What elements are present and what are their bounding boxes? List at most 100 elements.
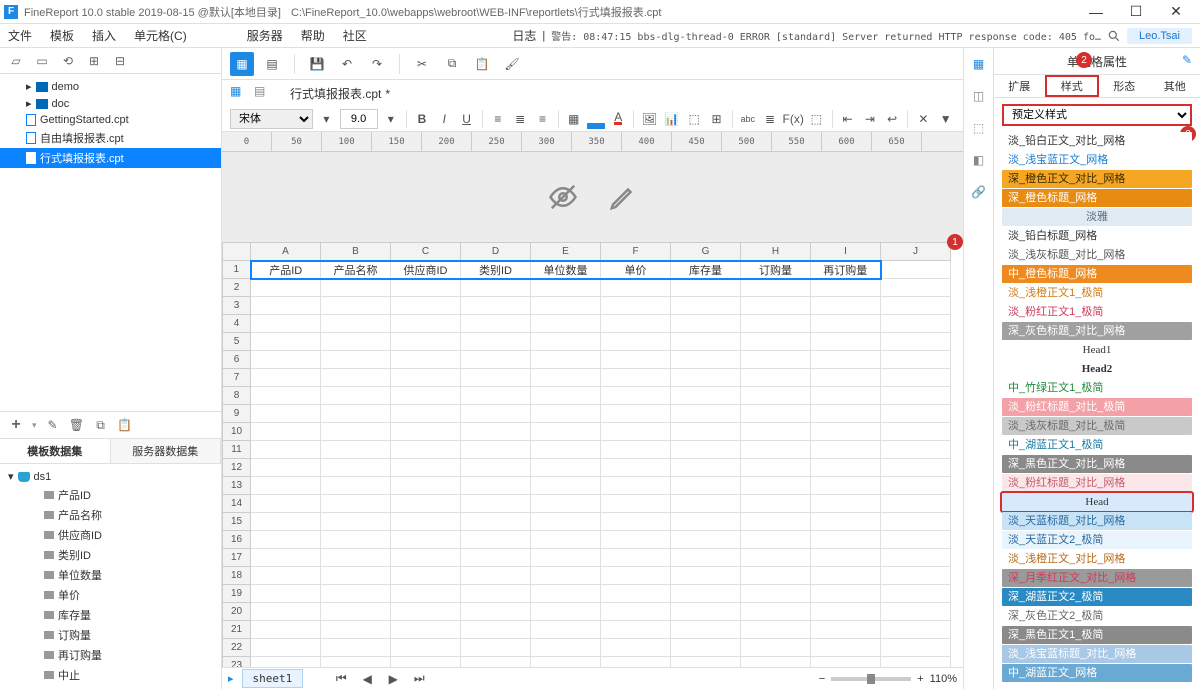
search-icon[interactable] — [1107, 29, 1121, 43]
cell[interactable] — [461, 639, 531, 657]
style-preset-item[interactable]: 淡_粉红正文1_极简 — [1002, 303, 1192, 321]
cell[interactable] — [321, 585, 391, 603]
cell[interactable] — [251, 585, 321, 603]
copy-dataset-icon[interactable]: ⧉ — [93, 417, 109, 433]
cell[interactable] — [881, 459, 951, 477]
cell[interactable] — [601, 369, 671, 387]
cell[interactable] — [321, 369, 391, 387]
design-canvas[interactable]: 1 — [222, 152, 963, 242]
cell[interactable] — [391, 549, 461, 567]
sheet-nav-first-icon[interactable]: ⏮ — [331, 669, 351, 689]
cell[interactable] — [391, 441, 461, 459]
dataset-column[interactable]: 产品名称 — [0, 505, 221, 525]
cell[interactable] — [671, 495, 741, 513]
format-painter-button[interactable]: 🖌 — [500, 52, 524, 76]
indent-dec-button[interactable]: ⇤ — [838, 109, 856, 129]
cell[interactable] — [391, 423, 461, 441]
spreadsheet-grid[interactable]: ABCDEFGHIJ1产品ID产品名称供应商ID类别ID单位数量单价库存量订购量… — [222, 242, 963, 689]
cell[interactable] — [881, 405, 951, 423]
cell[interactable] — [321, 423, 391, 441]
cell[interactable] — [881, 567, 951, 585]
cell[interactable] — [531, 315, 601, 333]
cell[interactable] — [251, 297, 321, 315]
cell[interactable] — [391, 351, 461, 369]
cut-button[interactable]: ✂ — [410, 52, 434, 76]
view-grid-icon[interactable]: ▦ — [230, 84, 248, 102]
cell[interactable] — [811, 441, 881, 459]
rp-tab-其他[interactable]: 其他 — [1150, 75, 1200, 97]
vertical-align-button[interactable]: ≣ — [761, 109, 779, 129]
cell[interactable] — [251, 477, 321, 495]
cell[interactable] — [251, 351, 321, 369]
cell[interactable] — [811, 495, 881, 513]
condition-button[interactable]: ⬚ — [807, 109, 825, 129]
dataset-column[interactable]: 单价 — [0, 585, 221, 605]
cell[interactable] — [741, 531, 811, 549]
cell[interactable] — [531, 477, 601, 495]
cell[interactable] — [531, 585, 601, 603]
tree-item[interactable]: ▸doc — [0, 95, 221, 112]
cell[interactable] — [601, 477, 671, 495]
cell[interactable] — [601, 531, 671, 549]
cell[interactable] — [531, 603, 601, 621]
style-preset-item[interactable]: 深_橙色标题_网格 — [1002, 189, 1192, 207]
cell[interactable] — [741, 369, 811, 387]
style-preset-item[interactable]: 中_竹绿正文1_极简 — [1002, 379, 1192, 397]
tree-item[interactable]: GettingStarted.cpt — [0, 112, 221, 128]
cell[interactable] — [321, 441, 391, 459]
cell[interactable] — [391, 603, 461, 621]
cell[interactable] — [671, 333, 741, 351]
menu-插入[interactable]: 插入 — [92, 27, 116, 44]
cell[interactable] — [881, 603, 951, 621]
cell[interactable] — [881, 369, 951, 387]
cell[interactable] — [741, 279, 811, 297]
cell[interactable] — [391, 279, 461, 297]
sheet-tab[interactable]: sheet1 — [242, 669, 304, 688]
paste-dataset-icon[interactable]: 📋 — [117, 417, 133, 433]
cell[interactable] — [531, 279, 601, 297]
style-preset-item[interactable]: 淡_浅灰标题_对比_极简 — [1002, 417, 1192, 435]
cell[interactable] — [461, 567, 531, 585]
cell[interactable] — [531, 387, 601, 405]
cell[interactable] — [671, 549, 741, 567]
cell[interactable] — [531, 621, 601, 639]
fill-color-button[interactable] — [587, 109, 605, 129]
style-preset-item[interactable]: 深_橙色正文_对比_网格 — [1002, 170, 1192, 188]
tree-item[interactable]: ▸demo — [0, 78, 221, 95]
cell[interactable] — [741, 387, 811, 405]
cell[interactable] — [391, 369, 461, 387]
style-preset-item[interactable]: 淡_铅白正文_对比_网格 — [1002, 132, 1192, 150]
cell[interactable] — [391, 567, 461, 585]
cell[interactable] — [671, 387, 741, 405]
style-preset-item[interactable]: 深_湖蓝正文2_极简 — [1002, 588, 1192, 606]
align-right-button[interactable]: ≡ — [533, 109, 551, 129]
cell[interactable] — [531, 369, 601, 387]
style-preset-item[interactable]: 淡_铅白标题_网格 — [1002, 227, 1192, 245]
cell[interactable] — [601, 441, 671, 459]
widget-icon[interactable]: ⬚ — [969, 118, 989, 138]
cell[interactable] — [601, 621, 671, 639]
style-preset-item[interactable]: 淡_浅宝蓝标题_对比_网格 — [1002, 645, 1192, 663]
font-color-button[interactable]: A — [609, 109, 627, 129]
cell-element-icon[interactable]: ◫ — [969, 86, 989, 106]
underline-button[interactable]: U — [457, 109, 475, 129]
cell[interactable] — [811, 351, 881, 369]
dataset-column[interactable]: 单位数量 — [0, 565, 221, 585]
cell[interactable] — [251, 639, 321, 657]
cell[interactable] — [881, 261, 951, 279]
cell[interactable] — [461, 459, 531, 477]
style-preset-item[interactable]: 淡_浅橙正文_对比_网格 — [1002, 550, 1192, 568]
paste-button[interactable]: 📋 — [470, 52, 494, 76]
cell[interactable] — [671, 423, 741, 441]
cell[interactable] — [321, 405, 391, 423]
cell[interactable] — [601, 315, 671, 333]
cell[interactable] — [531, 567, 601, 585]
superscript-button[interactable]: abc — [739, 109, 757, 129]
cell[interactable] — [811, 513, 881, 531]
cell[interactable] — [251, 405, 321, 423]
doc-tab[interactable]: 行式填报报表.cpt* — [284, 83, 396, 104]
style-preset-item[interactable]: 深_黑色正文1_极简 — [1002, 626, 1192, 644]
cell[interactable] — [601, 513, 671, 531]
cell[interactable] — [321, 297, 391, 315]
add-dataset-icon[interactable]: + — [8, 417, 24, 433]
